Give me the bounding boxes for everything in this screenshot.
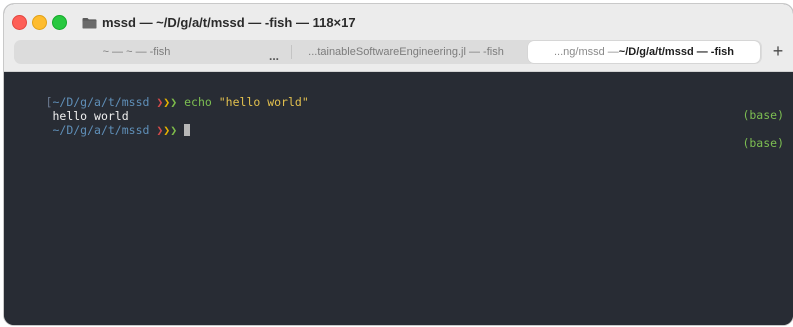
tab-overflow-indicator[interactable]: ...: [259, 40, 289, 64]
zoom-window-button[interactable]: [52, 15, 67, 30]
tab-home-fish[interactable]: ~ — ~ — -fish: [14, 40, 259, 64]
tab-label: ~ — ~ — -fish: [102, 46, 171, 58]
prompt-line: ~/D/g/a/t/mssd ❯❯❯ (base): [4, 110, 793, 150]
tab-mssd-active[interactable]: ...ng/mssd — ~/D/g/a/t/mssd — -fish: [528, 41, 760, 63]
tab-bar: ~ — ~ — -fish ... ...tainableSoftwareEng…: [14, 40, 762, 64]
close-window-button[interactable]: [12, 15, 27, 30]
conda-env-badge: (base): [742, 136, 784, 150]
tab-label-main: ~/D/g/a/t/mssd — -fish: [618, 46, 734, 58]
output-line: hello world: [4, 96, 793, 123]
tab-label: ...tainableSoftwareEngineering.jl — -fis…: [308, 46, 504, 58]
tab-label-prefix: ...ng/mssd —: [553, 46, 619, 58]
prompt-line: [~/D/g/a/t/mssd ❯❯❯ echo "hello world" (…: [4, 82, 793, 122]
tab-sustainable-software-engineering[interactable]: ...tainableSoftwareEngineering.jl — -fis…: [296, 40, 516, 64]
terminal-window: mssd — ~/D/g/a/t/mssd — -fish — 118×17 ~…: [4, 4, 793, 325]
minimize-window-button[interactable]: [32, 15, 47, 30]
prompt-path: ~/D/g/a/t/mssd: [52, 122, 150, 137]
text-cursor: [184, 123, 191, 136]
tab-divider: [291, 45, 292, 59]
window-title-group: mssd — ~/D/g/a/t/mssd — -fish — 118×17: [82, 12, 356, 32]
new-tab-button[interactable]: +: [766, 39, 790, 63]
terminal-content[interactable]: [~/D/g/a/t/mssd ❯❯❯ echo "hello world" (…: [4, 72, 793, 325]
title-bar[interactable]: mssd — ~/D/g/a/t/mssd — -fish — 118×17 ~…: [4, 4, 793, 72]
folder-icon: [82, 16, 97, 29]
window-title: mssd — ~/D/g/a/t/mssd — -fish — 118×17: [102, 14, 356, 30]
